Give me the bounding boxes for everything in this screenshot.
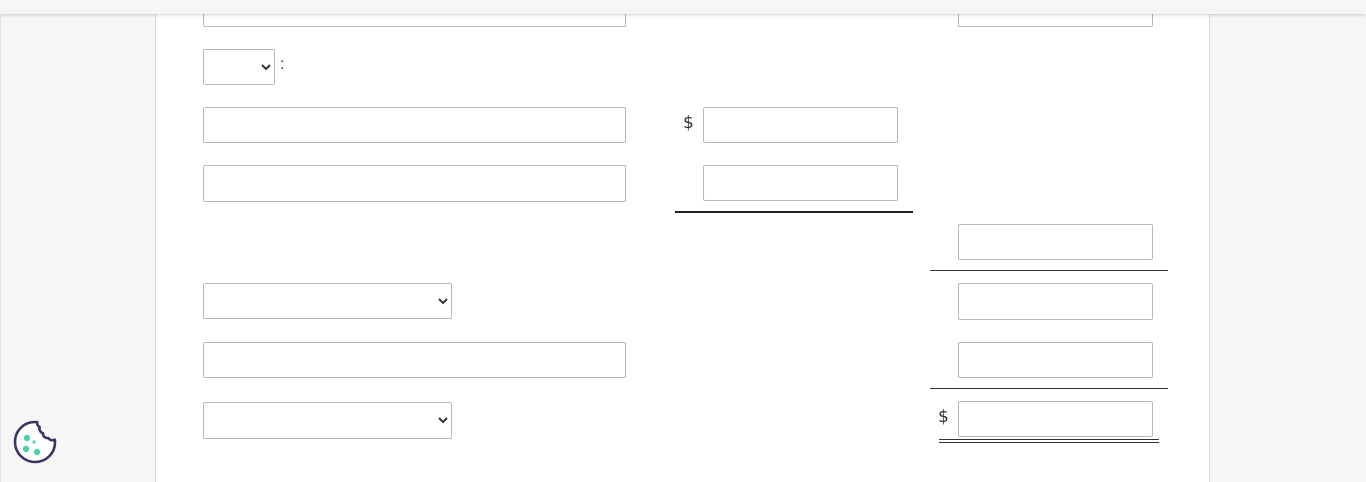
cookie-settings-icon [13,420,57,464]
row1-amount-input[interactable] [703,107,898,143]
period-select[interactable] [203,49,275,85]
right-margin [1211,0,1366,482]
subtotal-amount-input[interactable] [958,224,1153,260]
row4-description-input[interactable] [203,342,626,378]
row1-dollar-sign: $ [683,113,694,133]
page: : $ $ [0,0,1366,482]
cookie-settings-button[interactable] [12,419,58,465]
subtotal-rule [930,270,1168,271]
top-toolbar-edge [0,0,1366,14]
row1-description-input[interactable] [203,107,626,143]
row2-description-input[interactable] [203,165,626,202]
total-account-select[interactable] [203,402,452,439]
row3-amount-input[interactable] [958,283,1153,320]
row4-amount-input[interactable] [958,342,1153,378]
total-amount-input[interactable] [958,401,1153,437]
period-colon: : [280,56,285,73]
total-double-underline [939,439,1159,443]
left-margin [0,0,156,482]
row3-account-select[interactable] [203,283,452,319]
subtotal-underline [675,211,913,213]
total-rule [930,388,1168,389]
total-dollar-sign: $ [938,407,949,427]
row2-amount-input[interactable] [703,165,898,201]
